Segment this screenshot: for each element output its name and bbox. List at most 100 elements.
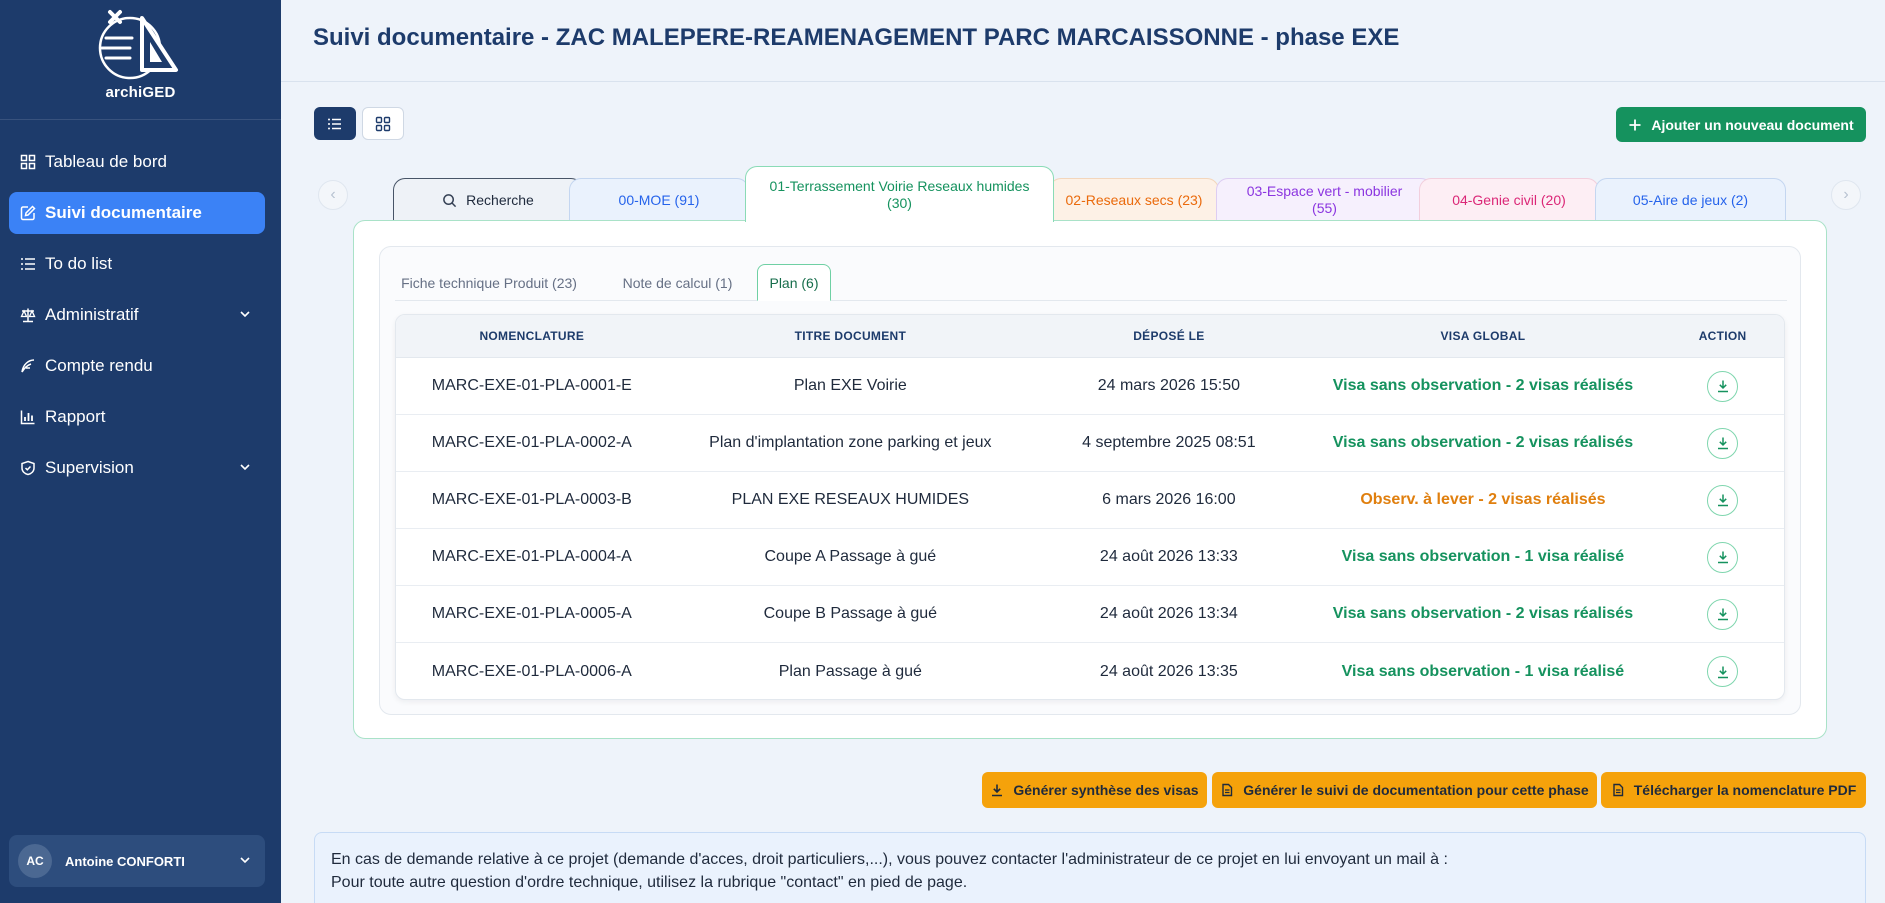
logo[interactable]: archiGED [0, 0, 281, 120]
download-nomenclature-pdf-button[interactable]: Télécharger la nomenclature PDF [1601, 772, 1866, 808]
tab-label: 04-Genie civil (20) [1452, 191, 1566, 208]
download-icon [1717, 437, 1728, 450]
add-document-label: Ajouter un nouveau document [1651, 116, 1854, 133]
tab-00-moe[interactable]: 00-MOE (91) [569, 178, 749, 221]
table-row[interactable]: MARC-EXE-01-PLA-0001-E Plan EXE Voirie 2… [396, 358, 1784, 415]
download-button[interactable] [1707, 370, 1739, 402]
subtab-fiche-technique[interactable]: Fiche technique Produit (23) [395, 264, 583, 301]
sidebar-item-label: Supervision [45, 458, 134, 477]
sidebar-item-tableau-de-bord[interactable]: Tableau de bord [9, 141, 265, 183]
tab-03-espace-vert[interactable]: 03-Espace vert - mobilier (55) [1216, 178, 1433, 221]
column-header-depose[interactable]: DÉPOSÉ LE [1033, 315, 1305, 357]
sidebar-nav: Tableau de bord Suivi documentaire To do… [9, 141, 265, 498]
tab-label: 05-Aire de jeux (2) [1632, 191, 1749, 208]
subtab-divider [395, 300, 1787, 301]
list-icon [20, 256, 36, 272]
generate-documentation-tracking-button[interactable]: Générer le suivi de documentation pour c… [1212, 772, 1597, 808]
cell-depose: 24 août 2026 13:34 [1099, 605, 1238, 622]
download-button[interactable] [1707, 427, 1739, 459]
bar-chart-icon [20, 409, 36, 425]
add-document-button[interactable]: Ajouter un nouveau document [1616, 107, 1866, 142]
column-header-titre[interactable]: TITRE DOCUMENT [668, 315, 1033, 357]
sidebar-item-compte-rendu[interactable]: Compte rendu [9, 345, 265, 387]
download-icon [992, 784, 1003, 797]
subtab-label: Note de calcul (1) [622, 274, 733, 291]
sidebar-item-supervision[interactable]: Supervision [9, 447, 265, 489]
info-line-access: En cas de demande relative à ce projet (… [331, 851, 1448, 868]
scale-icon [20, 307, 36, 323]
info-line-technical: Pour toute autre question d'ordre techni… [331, 874, 968, 891]
tabs-scroll-left-button[interactable]: ‹ [318, 180, 348, 210]
download-button[interactable] [1707, 541, 1739, 573]
sidebar-item-rapport[interactable]: Rapport [9, 396, 265, 438]
logo-text: archiGED [105, 84, 176, 101]
download-button[interactable] [1707, 656, 1739, 687]
download-button[interactable] [1707, 484, 1739, 516]
visa-status: Observ. à lever - 2 visas réalisés [1360, 491, 1606, 508]
documents-table: NOMENCLATURE TITRE DOCUMENT DÉPOSÉ LE VI… [395, 314, 1785, 700]
tab-02-reseaux-secs[interactable]: 02-Reseaux secs (23) [1049, 178, 1219, 221]
tab-label: Recherche [466, 191, 534, 208]
document-icon [1222, 783, 1233, 797]
visa-status: Visa sans observation - 2 visas réalisés [1332, 434, 1634, 451]
subtab-label: Plan (6) [769, 274, 819, 291]
cell-nomenclature: MARC-EXE-01-PLA-0004-A [431, 548, 632, 565]
download-icon [1717, 608, 1728, 621]
cell-nomenclature: MARC-EXE-01-PLA-0002-A [431, 434, 632, 451]
tabs-scroll-right-button[interactable]: › [1831, 180, 1861, 210]
tab-label: 01-Terrassement Voirie Reseaux humides (… [769, 177, 1030, 211]
sidebar-item-administratif[interactable]: Administratif [9, 294, 265, 336]
table-header: NOMENCLATURE TITRE DOCUMENT DÉPOSÉ LE VI… [396, 315, 1784, 358]
cell-titre: Coupe B Passage à gué [763, 605, 938, 622]
sidebar-item-suivi-documentaire[interactable]: Suivi documentaire [9, 192, 265, 234]
tab-recherche[interactable]: Recherche [393, 178, 583, 221]
cell-nomenclature: MARC-EXE-01-PLA-0003-B [431, 491, 632, 508]
table-row[interactable]: MARC-EXE-01-PLA-0006-A Plan Passage à gu… [396, 643, 1784, 699]
sidebar-item-label: Suivi documentaire [45, 203, 202, 222]
cell-depose: 4 septembre 2025 08:51 [1082, 434, 1256, 451]
download-button[interactable] [1707, 598, 1739, 630]
table-row[interactable]: MARC-EXE-01-PLA-0003-B PLAN EXE RESEAUX … [396, 472, 1784, 529]
visa-status: Visa sans observation - 2 visas réalisés [1332, 377, 1634, 394]
tab-label: 00-MOE (91) [618, 191, 700, 208]
chevron-down-icon [240, 464, 250, 471]
archiged-logo-icon [98, 10, 178, 80]
page-header: Suivi documentaire - ZAC MALEPERE-REAMEN… [281, 0, 1885, 82]
tab-panel: Fiche technique Produit (23) Note de cal… [353, 220, 1827, 739]
generate-documentation-tracking-label: Générer le suivi de documentation pour c… [1243, 782, 1589, 798]
document-card: Fiche technique Produit (23) Note de cal… [379, 246, 1801, 715]
download-icon [1717, 380, 1728, 393]
dashboard-icon [20, 154, 36, 170]
column-header-visa[interactable]: VISA GLOBAL [1305, 315, 1661, 357]
download-nomenclature-pdf-label: Télécharger la nomenclature PDF [1633, 782, 1857, 798]
tab-04-genie-civil[interactable]: 04-Genie civil (20) [1419, 178, 1599, 221]
user-menu[interactable]: AC Antoine CONFORTI [9, 835, 265, 887]
plus-icon [1629, 119, 1641, 130]
download-icon [1717, 551, 1728, 564]
subtab-label: Fiche technique Produit (23) [401, 274, 577, 291]
subtab-note-de-calcul[interactable]: Note de calcul (1) [605, 264, 750, 301]
avatar: AC [18, 844, 52, 878]
table-row[interactable]: MARC-EXE-01-PLA-0004-A Coupe A Passage à… [396, 529, 1784, 586]
cell-depose: 24 août 2026 13:33 [1099, 548, 1238, 565]
tab-05-aire-de-jeux[interactable]: 05-Aire de jeux (2) [1595, 178, 1786, 221]
sidebar: archiGED Tableau de bord Suivi documenta… [0, 0, 281, 903]
table-row[interactable]: MARC-EXE-01-PLA-0005-A Coupe B Passage à… [396, 586, 1784, 643]
cell-nomenclature: MARC-EXE-01-PLA-0001-E [431, 377, 632, 394]
chevron-right-icon: › [1843, 186, 1849, 203]
pen-icon [20, 358, 36, 374]
edit-document-icon [20, 205, 36, 221]
cell-titre: PLAN EXE RESEAUX HUMIDES [731, 491, 970, 508]
chevron-down-icon [240, 311, 250, 318]
tab-01-terrassement[interactable]: 01-Terrassement Voirie Reseaux humides (… [745, 166, 1054, 222]
subtab-plan[interactable]: Plan (6) [757, 264, 831, 301]
generate-visa-synthesis-button[interactable]: Générer synthèse des visas [982, 772, 1207, 808]
sidebar-item-label: Rapport [45, 407, 106, 426]
cell-depose: 6 mars 2026 16:00 [1102, 491, 1236, 508]
list-view-button[interactable] [314, 107, 356, 140]
column-header-nomenclature[interactable]: NOMENCLATURE [396, 315, 668, 357]
page-title: Suivi documentaire - ZAC MALEPERE-REAMEN… [313, 24, 1400, 51]
sidebar-item-to-do-list[interactable]: To do list [9, 243, 265, 285]
grid-view-button[interactable] [362, 107, 404, 140]
table-row[interactable]: MARC-EXE-01-PLA-0002-A Plan d'implantati… [396, 415, 1784, 472]
